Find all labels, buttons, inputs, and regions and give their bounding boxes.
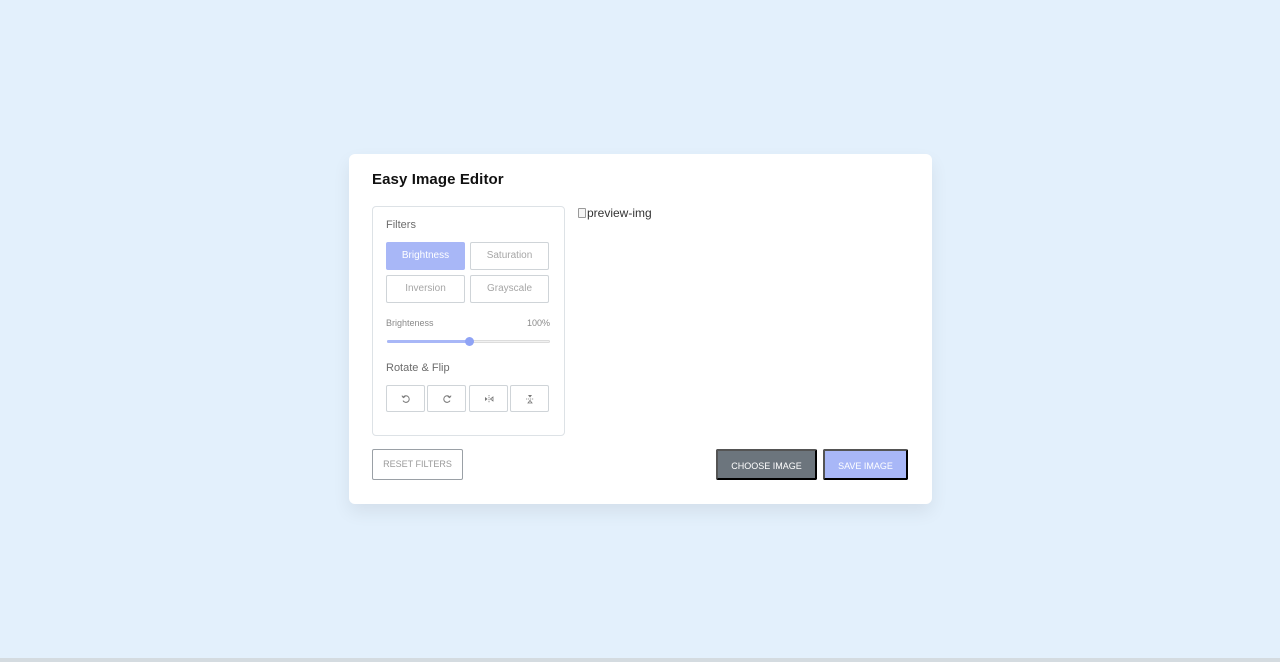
save-image-button[interactable]: SAVE IMAGE <box>823 449 908 480</box>
rotate-left-icon <box>400 394 410 403</box>
filter-saturation-button[interactable]: Saturation <box>470 242 549 270</box>
slider-info: Brighteness 100% <box>386 318 550 332</box>
slider-value: 100% <box>526 318 550 328</box>
filter-inversion-button[interactable]: Inversion <box>386 275 465 303</box>
flip-horizontal-button[interactable] <box>469 385 508 412</box>
flip-vertical-button[interactable] <box>510 385 549 412</box>
filter-brightness-button[interactable]: Brightness <box>386 242 465 270</box>
choose-image-button[interactable]: CHOOSE IMAGE <box>716 449 817 480</box>
page-title: Easy Image Editor <box>372 171 504 188</box>
preview-alt-text: preview-img <box>587 206 652 220</box>
flip-vertical-icon <box>525 394 534 403</box>
editor-card: Easy Image Editor Filters Brightness Sat… <box>349 154 932 504</box>
flip-horizontal-icon <box>484 394 493 403</box>
brightness-slider[interactable] <box>387 335 550 349</box>
slider-name: Brighteness <box>386 318 434 328</box>
slider-fill <box>387 340 469 343</box>
filters-label: Filters <box>386 219 416 231</box>
reset-filters-button[interactable]: RESET FILTERS <box>372 449 463 480</box>
rotate-right-icon <box>442 394 452 403</box>
preview-image: preview-img <box>578 206 652 220</box>
filter-grayscale-button[interactable]: Grayscale <box>470 275 549 303</box>
broken-image-icon <box>578 208 586 218</box>
editor-panel: Filters Brightness Saturation Inversion … <box>372 206 565 436</box>
rotate-flip-label: Rotate & Flip <box>386 362 450 374</box>
rotate-right-button[interactable] <box>427 385 466 412</box>
bottom-strip <box>0 658 1280 662</box>
rotate-left-button[interactable] <box>386 385 425 412</box>
slider-thumb[interactable] <box>465 337 474 346</box>
